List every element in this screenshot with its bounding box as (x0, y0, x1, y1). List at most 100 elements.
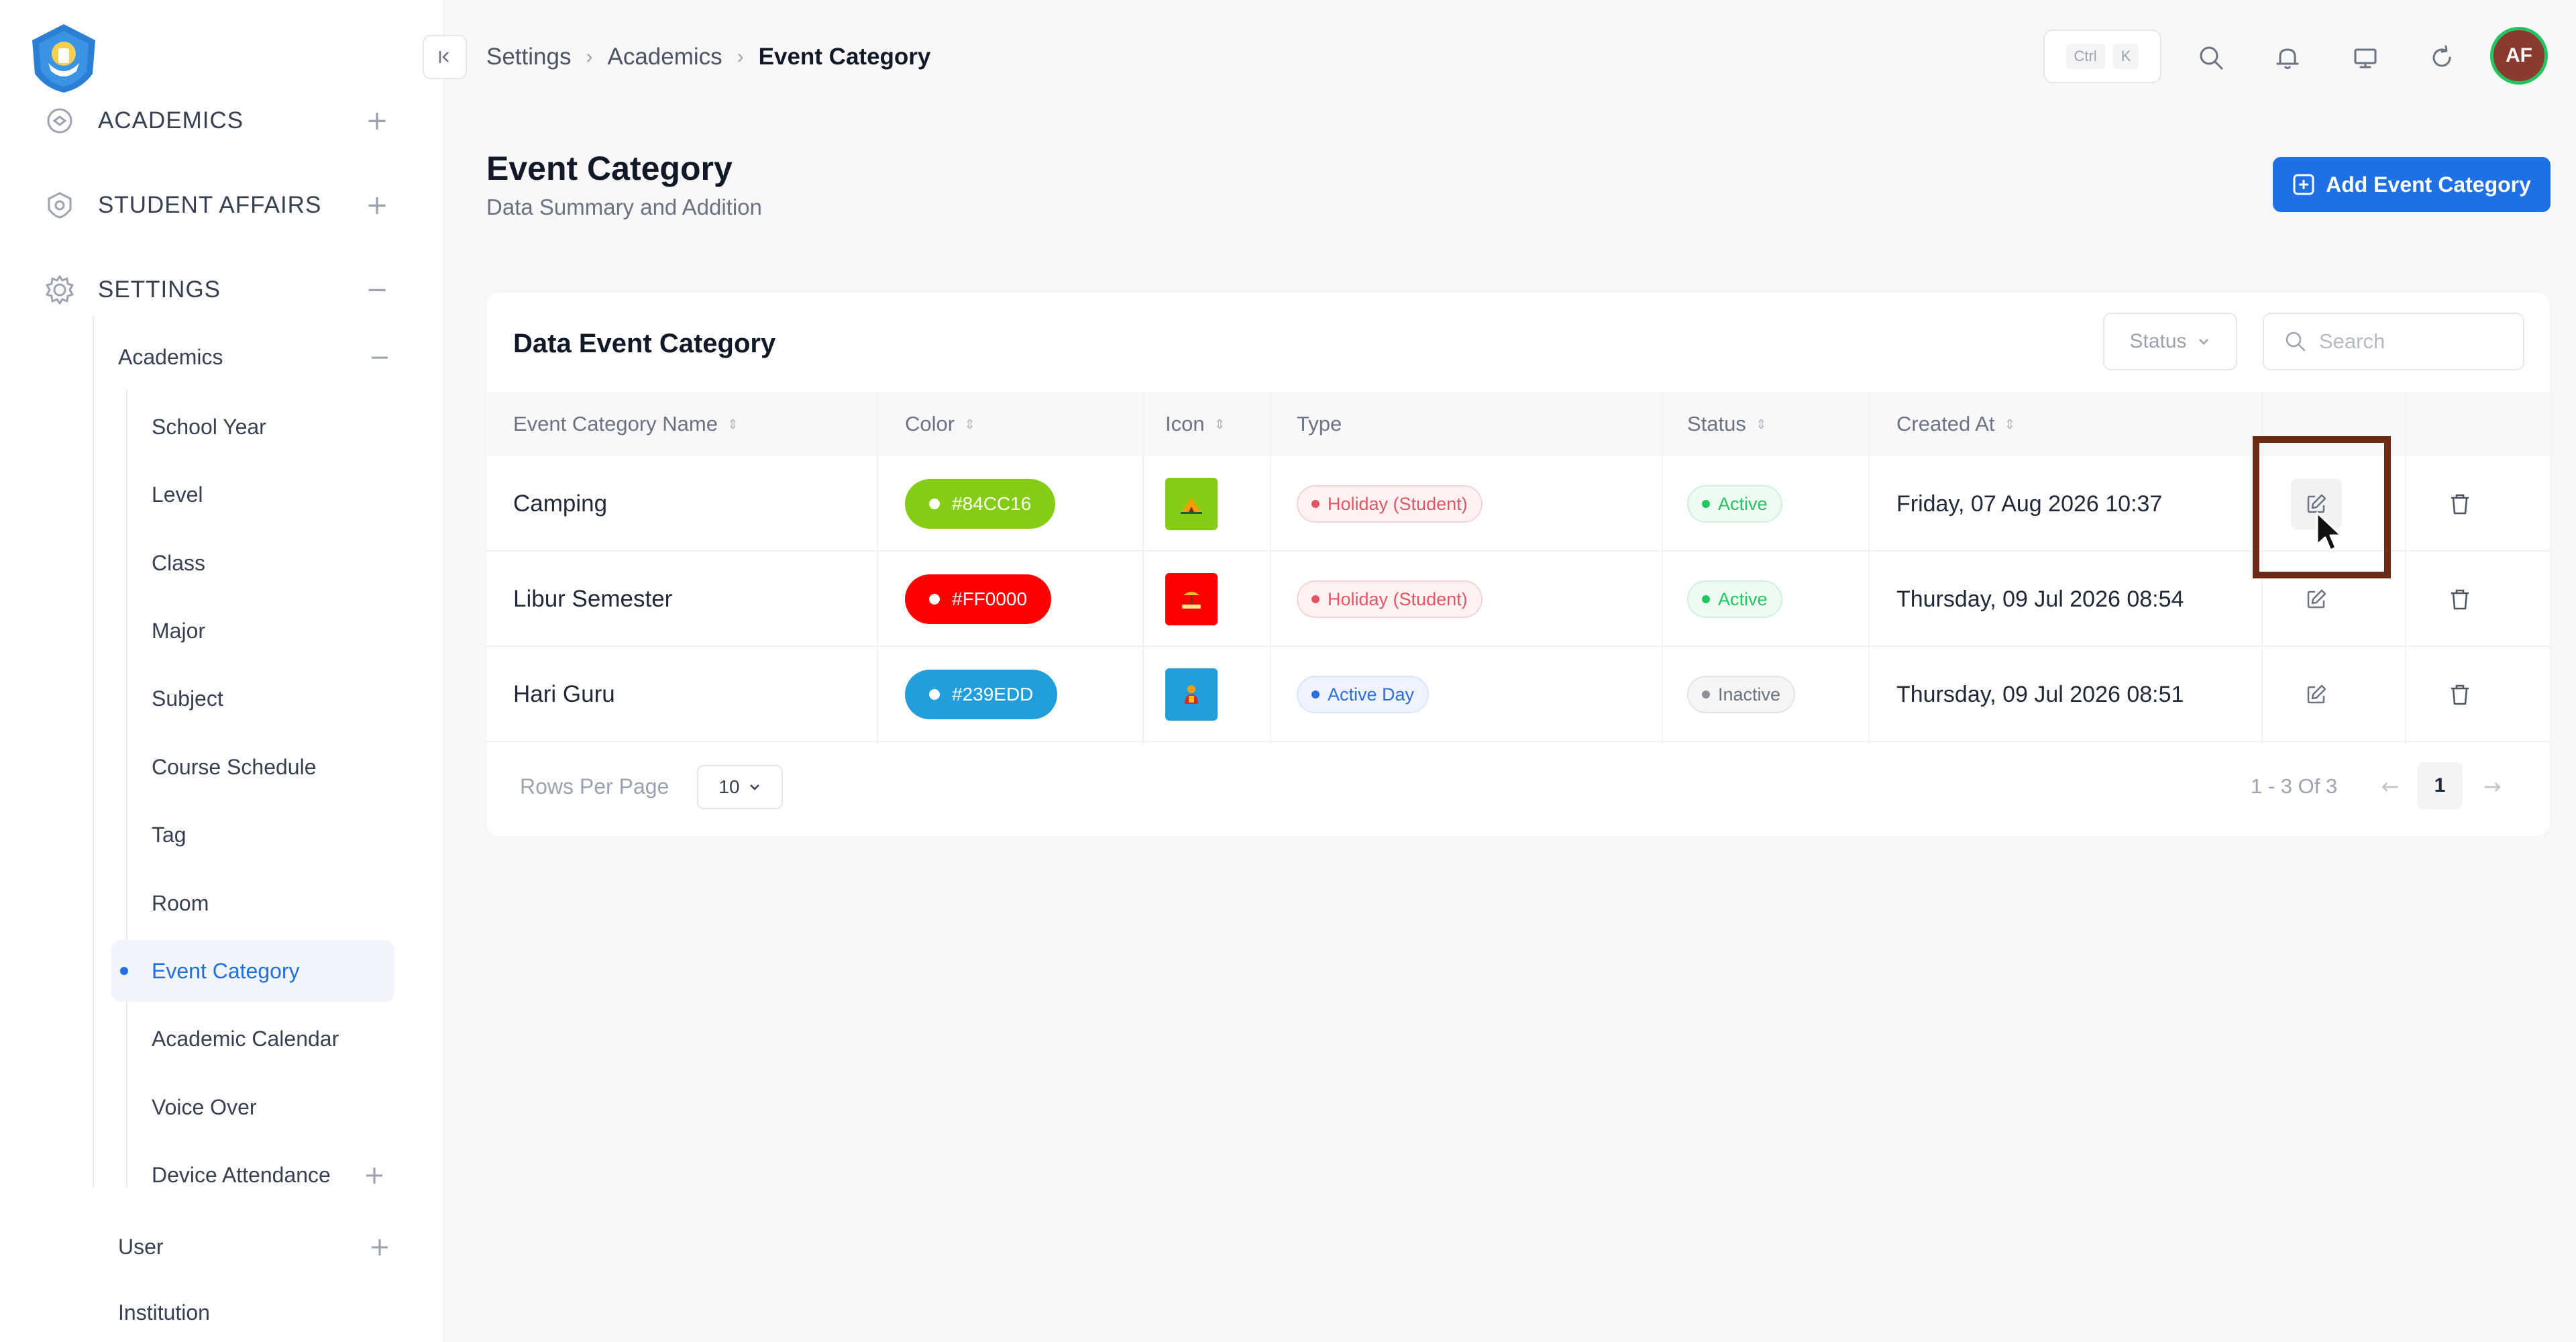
status-badge-label: Active (1718, 493, 1768, 514)
table-row: Hari Guru #239EDD Active Day Inactive Th (486, 647, 2550, 742)
edit-icon (2307, 589, 2326, 609)
color-badge: #84CC16 (905, 479, 1056, 529)
color-hex: #FF0000 (952, 588, 1028, 609)
table-row: Camping #84CC16 Holiday (Student) Active (486, 456, 2550, 552)
nav-group-academics[interactable]: Academics − (118, 331, 393, 382)
sidebar-item-level[interactable]: Level (111, 464, 394, 525)
column-header-color[interactable]: Color ⇕ (905, 392, 975, 456)
type-badge-label: Active Day (1328, 684, 1415, 705)
color-badge: #FF0000 (905, 574, 1052, 624)
sort-icon[interactable]: ⇕ (727, 416, 739, 432)
sort-icon[interactable]: ⇕ (1214, 416, 1226, 432)
column-header-created-at[interactable]: Created At ⇕ (1896, 392, 2015, 456)
active-indicator (120, 967, 128, 975)
color-hex: #84CC16 (952, 493, 1032, 514)
rows-per-page-label: Rows Per Page (520, 774, 669, 798)
color-dot (929, 689, 940, 700)
expand-icon[interactable]: + (366, 1232, 393, 1261)
sidebar-item-course-schedule[interactable]: Course Schedule (111, 736, 394, 798)
camping-icon (1165, 478, 1218, 530)
avatar[interactable]: AF (2490, 27, 2548, 85)
nav-section-settings[interactable]: SETTINGS − (42, 263, 390, 317)
breadcrumb-settings[interactable]: Settings (486, 44, 571, 70)
delete-button[interactable] (2434, 574, 2485, 625)
column-header-icon[interactable]: Icon ⇕ (1165, 392, 1225, 456)
sidebar-item-tag[interactable]: Tag (111, 804, 394, 866)
edit-button[interactable] (2291, 669, 2342, 720)
column-header-name[interactable]: Event Category Name ⇕ (513, 392, 739, 456)
page-subtitle: Data Summary and Addition (486, 195, 762, 219)
chevron-right-icon: › (586, 46, 593, 68)
search-icon[interactable] (2191, 38, 2231, 78)
column-header-label: Event Category Name (513, 412, 718, 435)
sidebar-item-room[interactable]: Room (111, 872, 394, 934)
monitor-icon[interactable] (2345, 38, 2385, 78)
badge-dot (1311, 595, 1320, 603)
sort-icon[interactable]: ⇕ (1756, 416, 1767, 432)
nav-section-label: STUDENT AFFAIRS (98, 192, 322, 218)
delete-button[interactable] (2434, 669, 2485, 720)
created-at: Friday, 07 Aug 2026 10:37 (1896, 491, 2163, 517)
chevron-down-icon (749, 784, 759, 790)
edit-icon (2307, 684, 2326, 704)
sidebar-item-label: Subject (152, 686, 223, 711)
badge-dot (1702, 690, 1710, 699)
search-input[interactable] (2319, 329, 2507, 354)
expand-icon[interactable]: + (364, 1160, 385, 1190)
collapse-icon[interactable]: − (364, 274, 390, 305)
nav-group-label: User (118, 1234, 164, 1259)
page-title: Event Category (486, 150, 733, 187)
status-badge-label: Active (1718, 588, 1768, 609)
bell-icon[interactable] (2267, 38, 2308, 78)
plus-square-icon (2293, 174, 2314, 195)
sidebar-item-class[interactable]: Class (111, 532, 394, 594)
edit-button[interactable] (2291, 478, 2342, 529)
trash-icon (2451, 494, 2469, 515)
next-page-button[interactable]: → (2472, 765, 2512, 808)
table-header: Event Category Name ⇕ Color ⇕ Icon ⇕ Type S… (486, 392, 2550, 456)
column-header-type: Type (1297, 392, 1342, 456)
sort-icon[interactable]: ⇕ (964, 416, 975, 432)
nav-group-user[interactable]: User + (118, 1221, 393, 1272)
nav-group-institution[interactable]: Institution (118, 1287, 393, 1338)
edit-button[interactable] (2291, 574, 2342, 625)
rows-per-page-select[interactable]: 10 (697, 765, 783, 809)
color-dot (929, 594, 940, 605)
sidebar-item-label: Academic Calendar (152, 1026, 339, 1051)
command-palette-shortcut[interactable]: Ctrl K (2043, 30, 2161, 83)
holiday-icon (1165, 573, 1218, 625)
sidebar-item-device-attendance[interactable]: Device Attendance + (111, 1144, 394, 1206)
gear-icon (42, 272, 78, 308)
sidebar-item-voice-over[interactable]: Voice Over (111, 1076, 394, 1138)
sidebar-item-subject[interactable]: Subject (111, 668, 394, 729)
add-event-category-button[interactable]: Add Event Category (2273, 157, 2551, 212)
type-badge: Active Day (1297, 676, 1430, 713)
expand-icon[interactable]: + (364, 190, 390, 221)
nav-group-label: Institution (118, 1300, 210, 1325)
nav-section-student-affairs[interactable]: STUDENT AFFAIRS + (42, 178, 390, 232)
search-field[interactable] (2263, 313, 2524, 370)
sidebar-item-school-year[interactable]: School Year (111, 396, 394, 458)
badge-dot (1702, 500, 1710, 508)
breadcrumb-current: Event Category (758, 44, 931, 70)
sidebar-collapse-button[interactable] (423, 35, 467, 79)
card-title: Data Event Category (513, 329, 776, 358)
chevron-down-icon (2198, 339, 2208, 345)
sidebar-item-academic-calendar[interactable]: Academic Calendar (111, 1008, 394, 1070)
column-header-status[interactable]: Status ⇕ (1687, 392, 1767, 456)
breadcrumb-academics[interactable]: Academics (607, 44, 722, 70)
sidebar-item-event-category[interactable]: Event Category (111, 940, 394, 1002)
sidebar-item-label: Device Attendance (152, 1162, 331, 1187)
page-number-button[interactable]: 1 (2417, 762, 2463, 809)
sidebar: ACADEMICS + STUDENT AFFAIRS + SETTINGS −… (0, 0, 444, 1342)
sidebar-item-major[interactable]: Major (111, 600, 394, 662)
prev-page-button[interactable]: ← (2370, 765, 2410, 808)
refresh-icon[interactable] (2422, 38, 2462, 78)
collapse-icon[interactable]: − (366, 342, 393, 372)
sidebar-item-label: Tag (152, 822, 186, 847)
sort-icon[interactable]: ⇕ (2004, 416, 2015, 432)
status-filter-dropdown[interactable]: Status (2103, 313, 2237, 370)
status-badge: Active (1687, 485, 1782, 523)
sidebar-item-label: Room (152, 890, 209, 915)
delete-button[interactable] (2434, 478, 2485, 529)
